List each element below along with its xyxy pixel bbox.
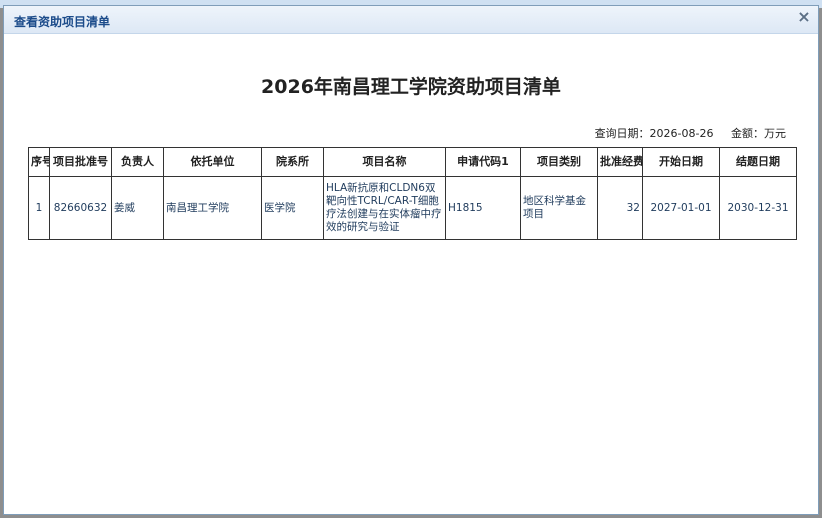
cell-project-category: 地区科学基金项目 [520, 176, 598, 240]
cell-project-name: HLA新抗原和CLDN6双靶向性TCRL/CAR-T细胞疗法创建与在实体瘤中疗效… [323, 176, 446, 240]
table-header-row: 序号 项目批准号 负责人 依托单位 院系所 项目名称 申请代码1 项目类别 批准… [28, 147, 797, 177]
cell-application-code: H1815 [445, 176, 521, 240]
column-header: 结题日期 [719, 147, 797, 177]
column-header: 项目名称 [323, 147, 446, 177]
cell-end-date: 2030-12-31 [719, 176, 797, 240]
cell-start-date: 2027-01-01 [642, 176, 720, 240]
report-meta: 查询日期：2026-08-26 金额：万元 [581, 125, 786, 141]
column-header: 批准经费 [597, 147, 643, 177]
dialog-titlebar: 查看资助项目清单 × [4, 6, 818, 34]
dialog-content: 2026年南昌理工学院资助项目清单 查询日期：2026-08-26 金额：万元 … [4, 34, 818, 512]
query-date: 查询日期：2026-08-26 [594, 127, 714, 140]
column-header: 申请代码1 [445, 147, 521, 177]
amount-unit: 金额：万元 [731, 127, 786, 140]
column-header: 开始日期 [642, 147, 720, 177]
cell-approved-funding: 32 [597, 176, 643, 240]
cell-index: 1 [28, 176, 50, 240]
column-header: 依托单位 [163, 147, 262, 177]
column-header: 负责人 [111, 147, 164, 177]
table-row: 1 82660632 姜威 南昌理工学院 医学院 HLA新抗原和CLDN6双靶向… [28, 176, 797, 240]
dialog-title: 查看资助项目清单 [14, 15, 111, 29]
column-header: 院系所 [261, 147, 324, 177]
project-list-dialog: 查看资助项目清单 × 2026年南昌理工学院资助项目清单 查询日期：2026-0… [3, 5, 819, 515]
cell-institution: 南昌理工学院 [163, 176, 262, 240]
column-header: 序号 [28, 147, 50, 177]
project-table: 序号 项目批准号 负责人 依托单位 院系所 项目名称 申请代码1 项目类别 批准… [28, 147, 797, 240]
column-header: 项目批准号 [49, 147, 112, 177]
cell-approval-number: 82660632 [49, 176, 112, 240]
cell-principal: 姜威 [111, 176, 164, 240]
cell-department: 医学院 [261, 176, 324, 240]
close-icon[interactable]: × [796, 9, 812, 25]
column-header: 项目类别 [520, 147, 598, 177]
report-title: 2026年南昌理工学院资助项目清单 [261, 76, 561, 98]
